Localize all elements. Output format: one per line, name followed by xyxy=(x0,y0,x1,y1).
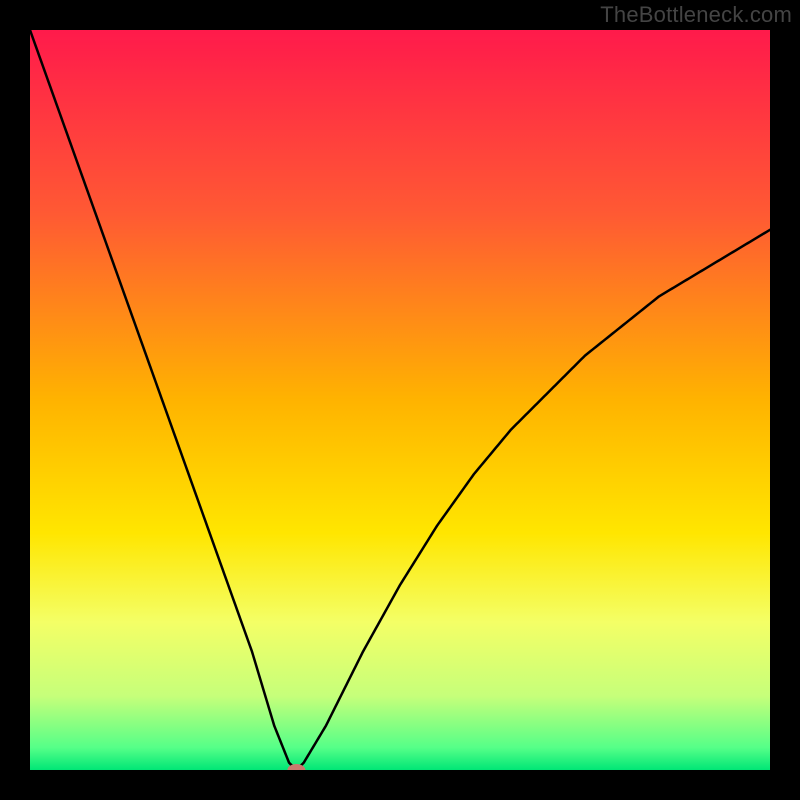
gradient-background xyxy=(30,30,770,770)
plot-area xyxy=(30,30,770,770)
plot-svg xyxy=(30,30,770,770)
watermark-text: TheBottleneck.com xyxy=(600,2,792,28)
chart-frame: TheBottleneck.com xyxy=(0,0,800,800)
